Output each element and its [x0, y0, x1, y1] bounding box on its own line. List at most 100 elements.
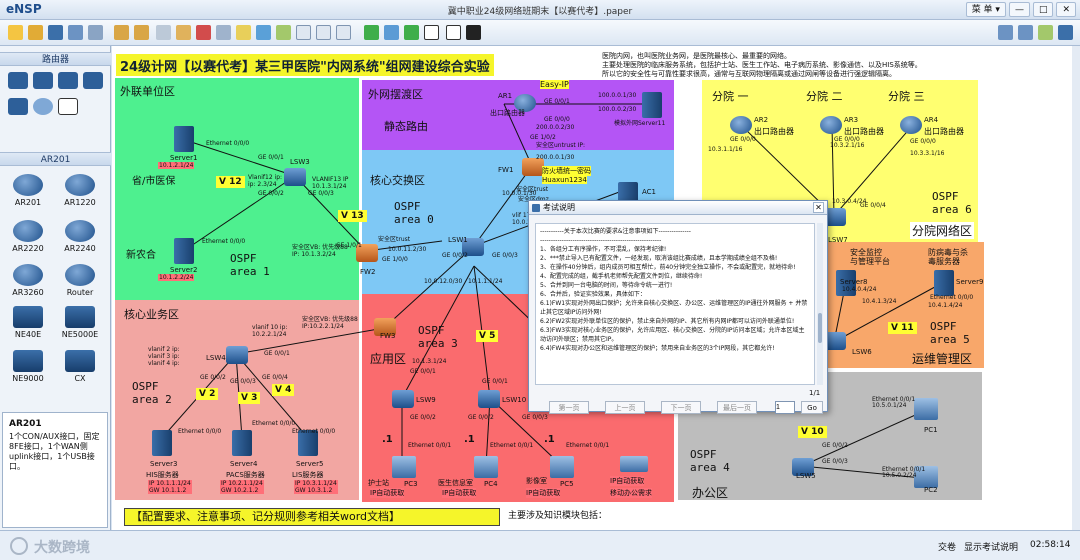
delete-icon[interactable]	[196, 25, 211, 40]
stop-icon[interactable]	[384, 25, 399, 40]
device-ar2240[interactable]: AR2240	[58, 220, 102, 253]
sim-server-icon[interactable]	[642, 92, 662, 118]
pc1-icon[interactable]	[914, 398, 938, 420]
label-xinnonghe: 新农合	[126, 250, 156, 261]
lsw4-icon[interactable]	[226, 346, 248, 364]
lsw6-label: LSW6	[852, 348, 872, 356]
page-number-input[interactable]	[775, 401, 795, 414]
text-icon[interactable]	[236, 25, 251, 40]
canvas-scrollbar[interactable]	[1072, 46, 1080, 530]
undo-icon[interactable]	[114, 25, 129, 40]
device-ar3260[interactable]: AR3260	[6, 264, 50, 297]
dialog-scrollbar[interactable]	[817, 223, 823, 385]
config-banner[interactable]: 【配置要求、注意事项、记分规则参考相关word文档】	[124, 508, 500, 526]
lsw3-icon[interactable]	[284, 168, 306, 186]
zoom-icon[interactable]	[296, 25, 311, 40]
submit-exam-button[interactable]: 交卷	[938, 540, 956, 553]
huawei-icon[interactable]	[1058, 25, 1073, 40]
window-controls: 菜 单 ▾ — □ ✕	[965, 2, 1076, 17]
save-icon[interactable]	[48, 25, 63, 40]
print-icon[interactable]	[88, 25, 103, 40]
server9-label: Server9	[956, 278, 984, 286]
ar2-icon[interactable]	[730, 116, 752, 134]
dialog-titlebar[interactable]: 考试说明 ✕	[529, 201, 827, 215]
last-page-button[interactable]: 最后一页	[717, 401, 757, 414]
next-page-button[interactable]: 下一页	[661, 401, 701, 414]
close-button[interactable]: ✕	[1056, 2, 1076, 17]
wlan-category-icon[interactable]	[58, 72, 78, 89]
pc-category-icon[interactable]	[8, 98, 28, 115]
laptop-icon[interactable]	[620, 456, 648, 472]
device-ar201[interactable]: AR201	[6, 174, 50, 207]
section-ar201-header[interactable]: AR201	[0, 152, 111, 166]
lsw9-icon[interactable]	[392, 390, 414, 408]
palette-icon[interactable]	[276, 25, 291, 40]
iface-fw2-untrust: 安全区VB: 优先级88 IP: 10.1.3.2/24	[292, 244, 348, 258]
show-exam-notes-button[interactable]: 显示考试说明	[964, 540, 1018, 553]
dialog-line: 6.2)FW2实现对外联单位区的保护，禁止来自外网的IP、其它所有内网IP都可以…	[540, 318, 795, 325]
forum-icon[interactable]	[1018, 25, 1033, 40]
security-platform-label: 安全监控 与管理平台	[850, 248, 890, 266]
cable-category-icon[interactable]	[58, 98, 78, 115]
select-icon[interactable]	[156, 25, 171, 40]
switch-category-icon[interactable]	[33, 72, 53, 89]
topology-icon[interactable]	[446, 25, 461, 40]
device-ne9000[interactable]: NE9000	[6, 350, 50, 383]
device-ne5000e[interactable]: NE5000E	[58, 306, 102, 339]
menu-button[interactable]: 菜 单 ▾	[965, 2, 1006, 17]
first-page-button[interactable]: 第一页	[549, 401, 589, 414]
pc4-icon[interactable]	[474, 456, 498, 478]
dialog-line: 1、各组分工有序操作，不可混乱，保持考纪律!	[540, 246, 667, 253]
redo-icon[interactable]	[134, 25, 149, 40]
minimize-button[interactable]: —	[1008, 2, 1030, 17]
dialog-line: 4、配置完成的组，截手机老师帮先配置文件到位，继续待命!	[540, 273, 703, 280]
dialog-app-icon	[532, 204, 540, 212]
settings-icon[interactable]	[1038, 25, 1053, 40]
cloud-category-icon[interactable]	[33, 98, 53, 115]
lsw10-icon[interactable]	[478, 390, 500, 408]
firewall-category-icon[interactable]	[83, 72, 103, 89]
server1-icon[interactable]	[174, 126, 194, 152]
pc5-label: PC5	[560, 480, 574, 488]
zoom-out-icon[interactable]	[316, 25, 331, 40]
start-icon[interactable]	[364, 25, 379, 40]
device-ar1220[interactable]: AR1220	[58, 174, 102, 207]
help-icon[interactable]	[998, 25, 1013, 40]
server4-icon[interactable]	[232, 430, 252, 456]
addr-a14: 10.1.1.1/24	[468, 278, 503, 285]
clear-icon[interactable]	[216, 25, 231, 40]
title-bar: eNSP 冀中职业24级网络班期末【以赛代考】.paper 菜 单 ▾ — □ …	[0, 0, 1080, 20]
device-router[interactable]: Router	[58, 264, 102, 297]
save-as-icon[interactable]	[68, 25, 83, 40]
capture-icon[interactable]	[424, 25, 439, 40]
new-topology-icon[interactable]	[8, 25, 23, 40]
dhcp3-label: IP自动获取	[526, 488, 561, 498]
cli-icon[interactable]	[404, 25, 419, 40]
server3-icon[interactable]	[152, 430, 172, 456]
router-category-icon[interactable]	[8, 72, 28, 89]
device-cx[interactable]: CX	[58, 350, 102, 383]
dialog-close-button[interactable]: ✕	[813, 202, 824, 213]
pc5-icon[interactable]	[550, 456, 574, 478]
server9-icon[interactable]	[934, 270, 954, 296]
section-router-header[interactable]: 路由器	[0, 52, 111, 66]
device-ar2220[interactable]: AR2220	[6, 220, 50, 253]
pc3-icon[interactable]	[392, 456, 416, 478]
ar4-icon[interactable]	[900, 116, 922, 134]
prev-page-button[interactable]: 上一页	[605, 401, 645, 414]
device-ne40e[interactable]: NE40E	[6, 306, 50, 339]
fit-icon[interactable]	[336, 25, 351, 40]
ospf-area6: OSPF area 6	[932, 190, 972, 216]
screenshot-icon[interactable]	[466, 25, 481, 40]
dialog-scroll-thumb[interactable]	[818, 313, 822, 343]
pacs-label: PACS服务器	[226, 471, 265, 479]
rectangle-icon[interactable]	[256, 25, 271, 40]
server2-icon[interactable]	[174, 238, 194, 264]
ar3-icon[interactable]	[820, 116, 842, 134]
go-button[interactable]: Go	[801, 401, 823, 414]
maximize-button[interactable]: □	[1032, 2, 1054, 17]
iface-eth001-pc1: Ethernet 0/0/1	[872, 396, 916, 403]
open-icon[interactable]	[28, 25, 43, 40]
hand-icon[interactable]	[176, 25, 191, 40]
dialog-body[interactable]: -----------关于本次比赛的要求&注意事项如下-------------…	[535, 223, 815, 385]
